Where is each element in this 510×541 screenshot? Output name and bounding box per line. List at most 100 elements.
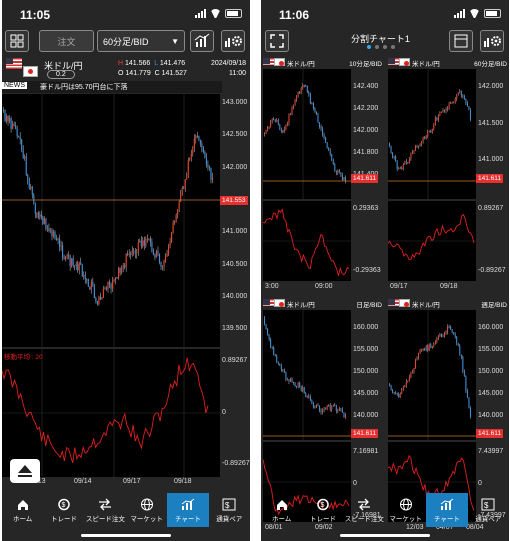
us-flag-icon [388, 299, 399, 306]
candle-body [392, 153, 394, 158]
layout-grid-button[interactable] [5, 30, 29, 52]
candle-body [398, 168, 400, 170]
collapse-button[interactable] [10, 459, 40, 483]
candle-body [325, 408, 327, 410]
candle-body [465, 375, 467, 391]
tab-chart[interactable]: チャート [426, 493, 468, 527]
candle-body [136, 251, 138, 254]
indicator-chart[interactable]: 移動平均 : 20 [2, 349, 220, 477]
tab-home[interactable]: ホーム [261, 493, 302, 527]
tab-trade[interactable]: $ トレード [43, 493, 84, 527]
candle-body [440, 112, 443, 114]
tab-speed-order[interactable]: スピード注文 [344, 493, 385, 527]
candle-body [160, 262, 162, 267]
candlestick-chart [388, 310, 476, 440]
candle-body [54, 231, 56, 239]
split-chart-panel[interactable]: 米ドル/円 60分足/BID 142.000 141.500 141.000 141.61… [386, 55, 509, 293]
candle-body [343, 177, 345, 180]
price-tick: 150.000 [353, 368, 379, 375]
candle-body [459, 345, 461, 355]
candle-body [268, 126, 270, 128]
candle-body [318, 122, 321, 127]
tab-home[interactable]: ホーム [2, 493, 43, 527]
price-tick: 160.000 [478, 324, 504, 331]
indicator-tick: 0.89267 [478, 205, 504, 212]
tab-speed-order[interactable]: スピード注文 [85, 493, 126, 527]
price-tick: 139.500 [222, 325, 248, 333]
candle-body [16, 128, 18, 137]
candle-body [453, 332, 455, 334]
candle-body [104, 288, 106, 290]
candle-body [399, 167, 401, 169]
indicator-button[interactable] [190, 30, 214, 52]
tab-label: ホーム [13, 515, 33, 523]
order-button[interactable]: 注文 [39, 30, 94, 52]
candle-body [317, 114, 319, 123]
news-ticker[interactable]: NEWS 豪ドル円は95.70円台に下落 [2, 81, 222, 93]
candle-body [462, 95, 464, 97]
candle-body [396, 160, 398, 170]
gear-chart-icon [484, 36, 501, 47]
candle-body [285, 372, 287, 380]
candle-body [202, 147, 204, 152]
indicator-tick: -0.89267 [478, 267, 506, 274]
candle-body [395, 156, 397, 161]
candle-body [416, 146, 418, 148]
candle-body [393, 156, 395, 158]
tab-trade[interactable]: $ トレード [302, 493, 343, 527]
indicator-tick: 0.29363 [353, 205, 379, 212]
tab-market[interactable]: マーケット [126, 493, 167, 527]
tab-currency-pair[interactable]: $ 通貨ペア [209, 493, 250, 527]
chart-settings-button[interactable] [480, 30, 504, 52]
candle-body [311, 103, 313, 105]
chart-settings-button[interactable] [221, 30, 245, 52]
current-price-box: 141.611 [476, 429, 504, 438]
candle-body [131, 250, 133, 255]
candle-body [208, 166, 211, 169]
candle-body [416, 357, 418, 360]
candle-body [265, 130, 267, 134]
time-tick: 09:00 [315, 283, 333, 290]
candle-body [445, 332, 447, 334]
candle-body [42, 216, 44, 224]
candle-body [286, 123, 288, 126]
timeframe-select[interactable]: 60分足/BID ▼ [97, 30, 185, 52]
tab-chart[interactable]: チャート [167, 493, 209, 527]
main-price-chart[interactable] [2, 94, 220, 347]
fullscreen-button[interactable] [265, 30, 289, 52]
candle-body [323, 408, 325, 411]
candle-body [434, 342, 436, 344]
candle-body [335, 405, 337, 411]
candle-body [340, 408, 342, 410]
candle-body [161, 266, 164, 268]
candle-body [469, 109, 472, 120]
tab-currency-pair[interactable]: $ 通貨ペア [468, 493, 509, 527]
tab-market[interactable]: マーケット [385, 493, 426, 527]
candle-body [164, 256, 167, 262]
indicator-tick: 0 [353, 480, 357, 487]
candle-body [19, 136, 21, 140]
split-toolbar: 分割チャート1 [261, 30, 509, 54]
layout-icon [454, 34, 468, 48]
split-layout-button[interactable] [449, 30, 473, 52]
candle-body [431, 128, 433, 133]
candle-body [190, 153, 192, 160]
price-tick: 155.000 [478, 346, 504, 353]
candle-body [334, 164, 336, 171]
candle-body [448, 103, 450, 109]
candle-body [201, 143, 203, 148]
candle-body [326, 142, 328, 148]
candle-body [408, 376, 410, 381]
time-tick: 09/17 [390, 283, 408, 290]
split-chart-panel[interactable]: 米ドル/円 10分足/BID 142.400 142.200 142.000 141.80… [261, 55, 384, 293]
candle-body [184, 179, 186, 189]
candle-body [102, 289, 105, 298]
indicator-tick: 0 [478, 480, 482, 487]
indicator-line-chart [262, 208, 351, 276]
bar-date: 2024/09/18 [210, 60, 246, 67]
candle-body [296, 386, 298, 388]
candle-body [267, 329, 269, 335]
candle-body [325, 137, 327, 143]
candle-body [401, 389, 403, 394]
price-tick: 142.000 [353, 127, 379, 134]
